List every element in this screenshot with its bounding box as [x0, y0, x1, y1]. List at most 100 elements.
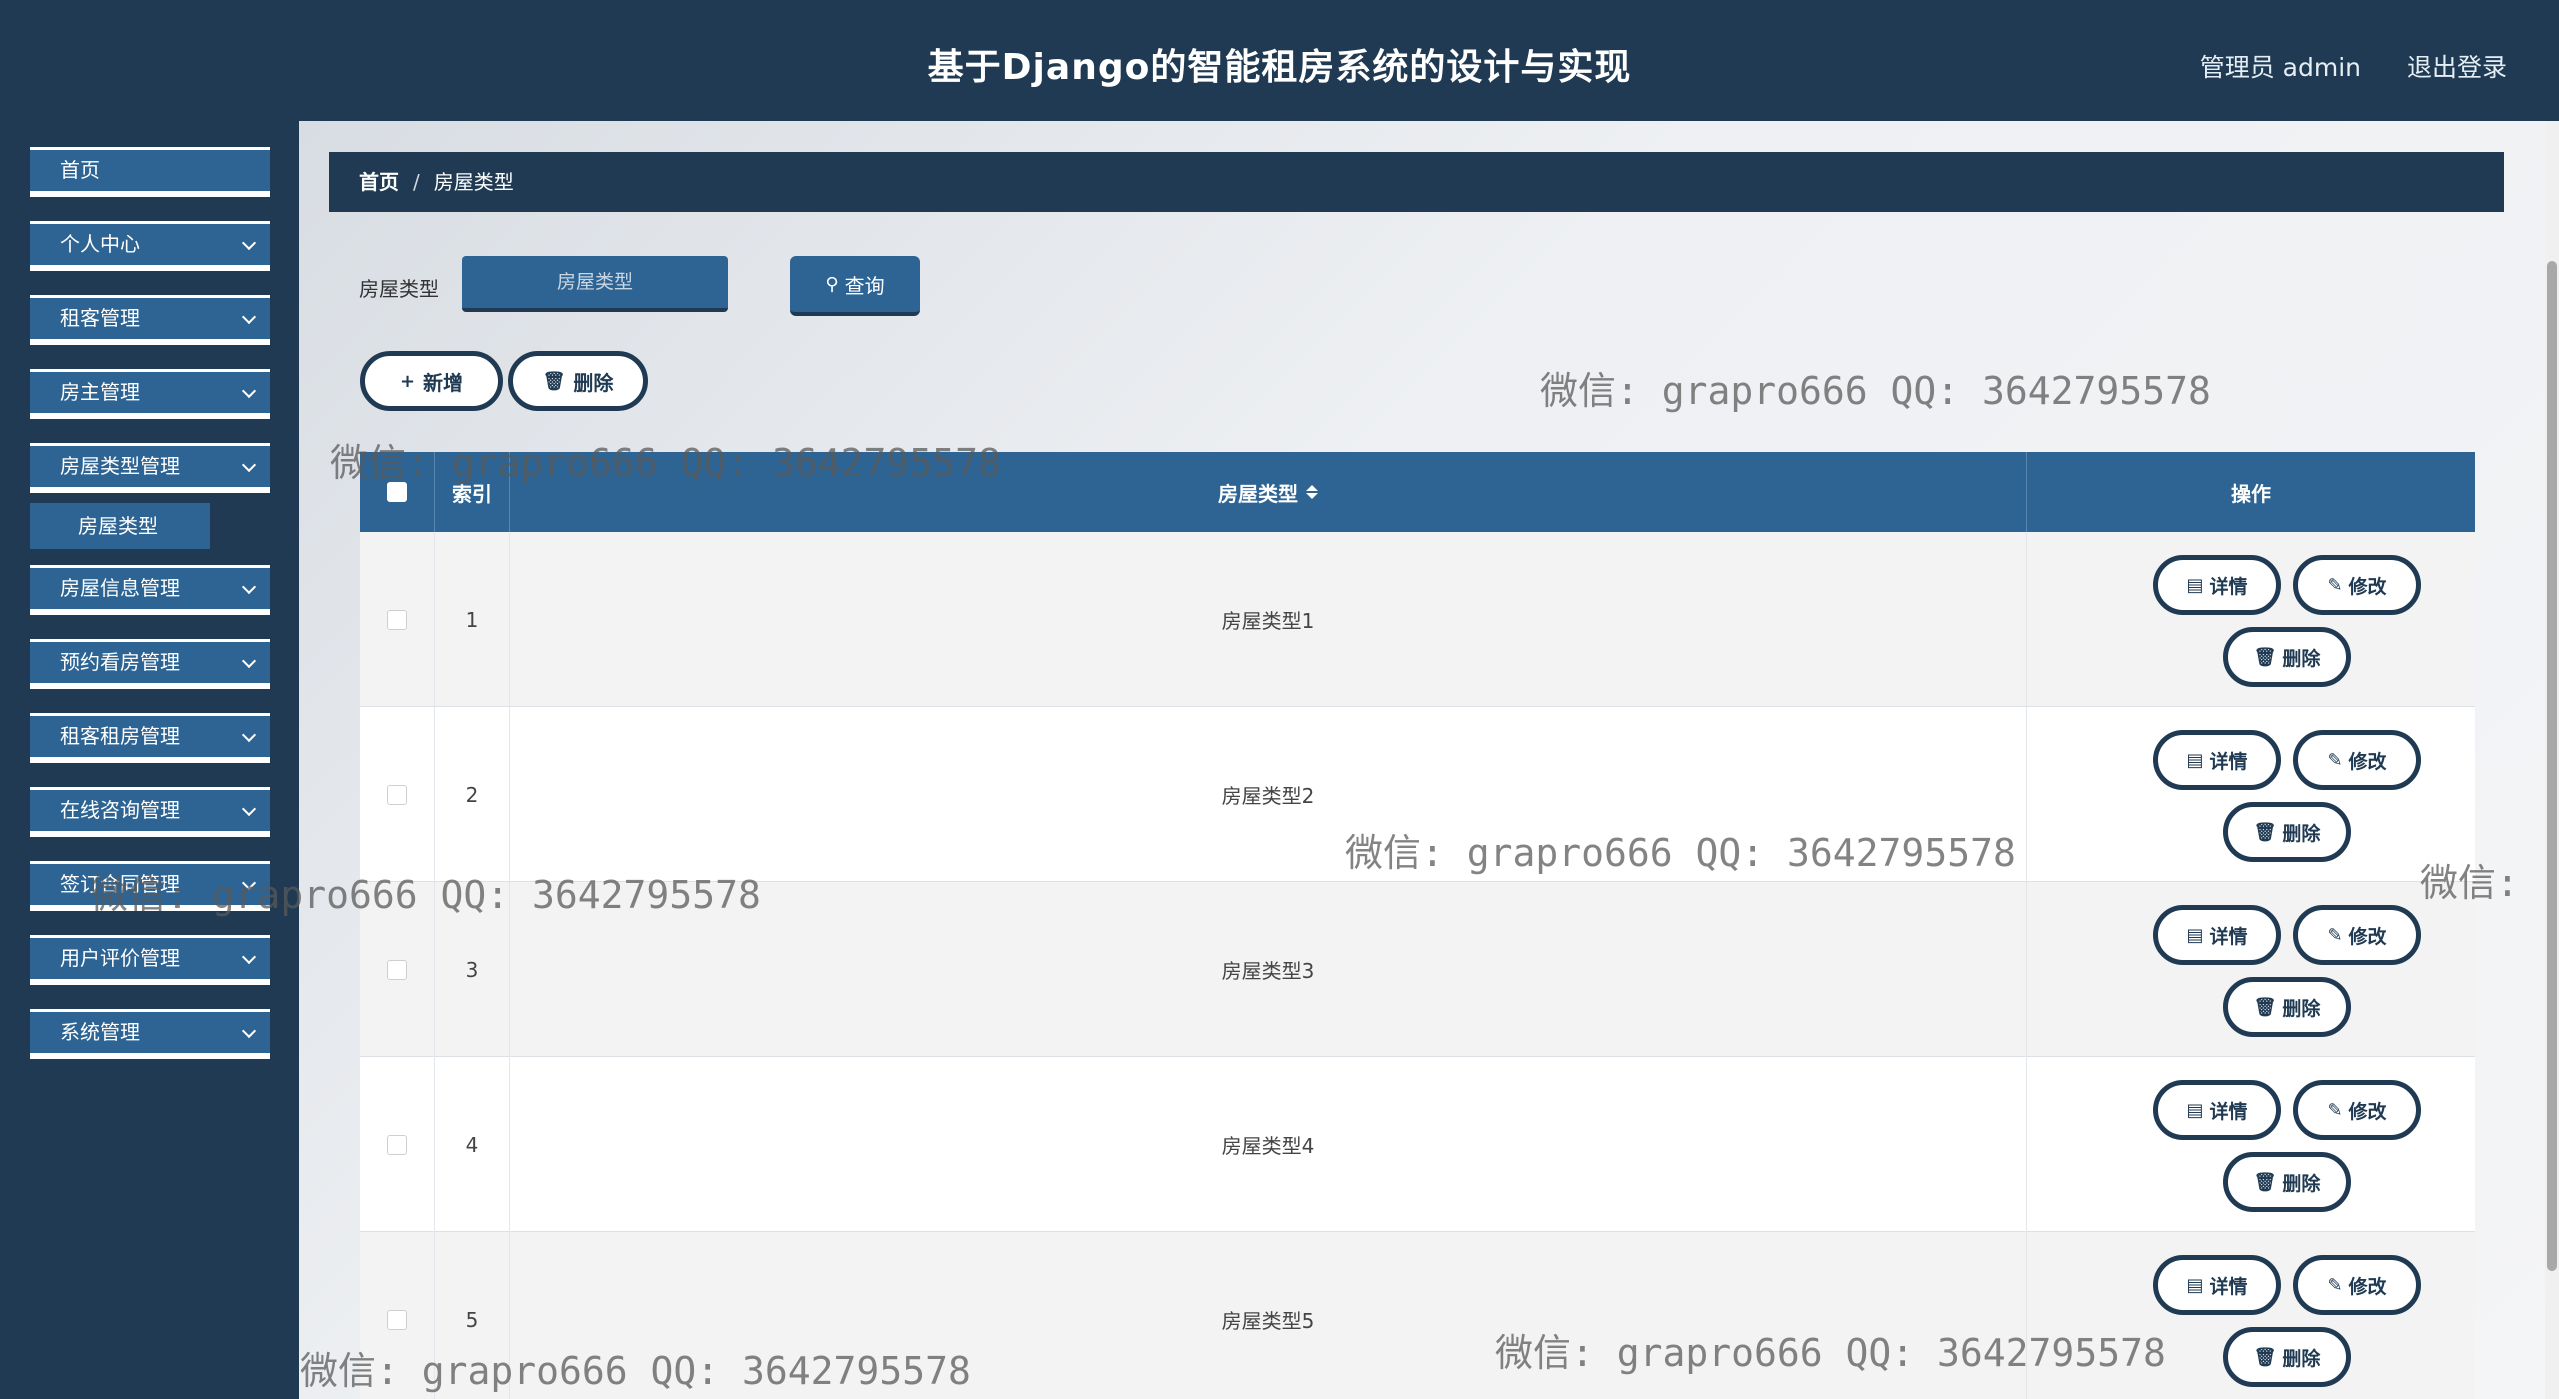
sidebar-item-house-type-management[interactable]: 房屋类型管理: [30, 443, 270, 493]
document-icon: ▤: [2186, 1274, 2204, 1296]
header-select-all-cell: [360, 452, 435, 532]
row-checkbox[interactable]: [387, 959, 407, 980]
detail-button[interactable]: ▤ 详情: [2153, 1255, 2281, 1315]
select-all-checkbox[interactable]: [387, 482, 407, 502]
edit-button[interactable]: ✎ 修改: [2293, 1080, 2421, 1140]
edit-button[interactable]: ✎ 修改: [2293, 1255, 2421, 1315]
sidebar-item-house-info-management[interactable]: 房屋信息管理: [30, 565, 270, 615]
document-icon: ▤: [2186, 924, 2204, 946]
row-checkbox[interactable]: [387, 1309, 407, 1330]
query-button[interactable]: ⚲ 查询: [790, 256, 920, 316]
batch-delete-button[interactable]: 🗑 删除: [508, 351, 648, 411]
delete-button-label: 删除: [2282, 1347, 2321, 1370]
delete-button-label: 删除: [2282, 997, 2321, 1020]
logout-link[interactable]: 退出登录: [2407, 48, 2507, 84]
row-house-type: 房屋类型1: [510, 532, 2027, 707]
row-operations: ▤ 详情 ✎ 修改 🗑 删除: [2027, 532, 2475, 707]
top-header: 基于Django的智能租房系统的设计与实现 管理员 admin 退出登录: [0, 0, 2559, 121]
detail-button[interactable]: ▤ 详情: [2153, 730, 2281, 790]
table-row: 5 房屋类型5 ▤ 详情 ✎ 修改 🗑 删除: [360, 1232, 2475, 1399]
edit-button[interactable]: ✎ 修改: [2293, 905, 2421, 965]
sidebar-item-contract-management[interactable]: 签订合同管理: [30, 861, 270, 911]
page-scrollbar[interactable]: [2545, 121, 2559, 1399]
chevron-down-icon: [241, 875, 257, 891]
edit-button-label: 修改: [2348, 1100, 2387, 1123]
sidebar-item-label: 房屋信息管理: [60, 576, 180, 600]
sidebar-item-label: 房主管理: [60, 380, 140, 404]
table-row: 1 房屋类型1 ▤ 详情 ✎ 修改 🗑 删除: [360, 532, 2475, 707]
sidebar-item-home[interactable]: 首页: [30, 147, 270, 197]
table-row: 4 房屋类型4 ▤ 详情 ✎ 修改 🗑 删除: [360, 1057, 2475, 1232]
trash-icon: 🗑: [2253, 646, 2277, 668]
sidebar-item-rental-management[interactable]: 租客租房管理: [30, 713, 270, 763]
row-index: 4: [435, 1057, 510, 1232]
detail-button-label: 详情: [2209, 750, 2248, 773]
header-index: 索引: [435, 452, 510, 532]
row-operations: ▤ 详情 ✎ 修改 🗑 删除: [2027, 1232, 2475, 1399]
row-operations: ▤ 详情 ✎ 修改 🗑 删除: [2027, 882, 2475, 1057]
edit-button-label: 修改: [2348, 750, 2387, 773]
row-checkbox[interactable]: [387, 609, 407, 630]
search-label: 房屋类型: [359, 277, 439, 301]
row-operations: ▤ 详情 ✎ 修改 🗑 删除: [2027, 1057, 2475, 1232]
table-row: 3 房屋类型3 ▤ 详情 ✎ 修改 🗑 删除: [360, 882, 2475, 1057]
delete-button[interactable]: 🗑 删除: [2223, 802, 2351, 862]
chevron-down-icon: [241, 949, 257, 965]
sidebar-item-consultation-management[interactable]: 在线咨询管理: [30, 787, 270, 837]
row-index: 1: [435, 532, 510, 707]
row-select-cell: [360, 707, 435, 882]
row-index: 5: [435, 1232, 510, 1399]
detail-button[interactable]: ▤ 详情: [2153, 905, 2281, 965]
row-select-cell: [360, 1057, 435, 1232]
row-house-type: 房屋类型4: [510, 1057, 2027, 1232]
row-house-type: 房屋类型3: [510, 882, 2027, 1057]
edit-button[interactable]: ✎ 修改: [2293, 730, 2421, 790]
row-checkbox[interactable]: [387, 1134, 407, 1155]
chevron-down-icon: [241, 309, 257, 325]
pencil-icon: ✎: [2327, 1274, 2343, 1296]
header-operations: 操作: [2231, 481, 2271, 506]
header-house-type[interactable]: 房屋类型: [510, 452, 2027, 532]
header-house-type-label: 房屋类型: [1218, 481, 1298, 506]
delete-button[interactable]: 🗑 删除: [2223, 627, 2351, 687]
sidebar: 首页 个人中心 租客管理 房主管理 房屋类型管理 房屋类型 房屋信息管理 预约看…: [0, 121, 299, 1399]
delete-button-label: 删除: [2282, 1172, 2321, 1195]
sidebar-item-label: 房屋类型管理: [60, 454, 180, 478]
detail-button[interactable]: ▤ 详情: [2153, 555, 2281, 615]
plus-icon: +: [399, 370, 416, 392]
sidebar-item-label: 租客租房管理: [60, 724, 180, 748]
sidebar-item-landlord-management[interactable]: 房主管理: [30, 369, 270, 419]
row-index: 3: [435, 882, 510, 1057]
row-checkbox[interactable]: [387, 784, 407, 805]
sidebar-subitem-house-type[interactable]: 房屋类型: [30, 503, 210, 549]
scrollbar-thumb[interactable]: [2547, 261, 2557, 1271]
delete-button[interactable]: 🗑 删除: [2223, 1152, 2351, 1212]
breadcrumb-home[interactable]: 首页: [359, 170, 399, 194]
delete-button[interactable]: 🗑 删除: [2223, 977, 2351, 1037]
delete-button-label: 删除: [2282, 647, 2321, 670]
edit-button-label: 修改: [2348, 575, 2387, 598]
add-button-label: 新增: [423, 370, 464, 395]
edit-button[interactable]: ✎ 修改: [2293, 555, 2421, 615]
sidebar-item-review-management[interactable]: 用户评价管理: [30, 935, 270, 985]
document-icon: ▤: [2186, 749, 2204, 771]
row-select-cell: [360, 1232, 435, 1399]
sidebar-item-system-management[interactable]: 系统管理: [30, 1009, 270, 1059]
sidebar-item-label: 首页: [60, 158, 100, 182]
batch-delete-button-label: 删除: [573, 370, 614, 395]
sidebar-item-viewing-appointment-management[interactable]: 预约看房管理: [30, 639, 270, 689]
pencil-icon: ✎: [2327, 1099, 2343, 1121]
trash-icon: 🗑: [2253, 1346, 2277, 1368]
delete-button[interactable]: 🗑 删除: [2223, 1327, 2351, 1387]
sidebar-item-tenant-management[interactable]: 租客管理: [30, 295, 270, 345]
detail-button-label: 详情: [2209, 1100, 2248, 1123]
detail-button[interactable]: ▤ 详情: [2153, 1080, 2281, 1140]
house-type-search-input[interactable]: [462, 256, 728, 312]
sort-icon: [1306, 485, 1318, 499]
document-icon: ▤: [2186, 574, 2204, 596]
sidebar-item-personal-center[interactable]: 个人中心: [30, 221, 270, 271]
row-operations: ▤ 详情 ✎ 修改 🗑 删除: [2027, 707, 2475, 882]
chevron-down-icon: [241, 579, 257, 595]
add-button[interactable]: + 新增: [360, 351, 503, 411]
table-header: 索引 房屋类型 操作: [360, 452, 2475, 532]
